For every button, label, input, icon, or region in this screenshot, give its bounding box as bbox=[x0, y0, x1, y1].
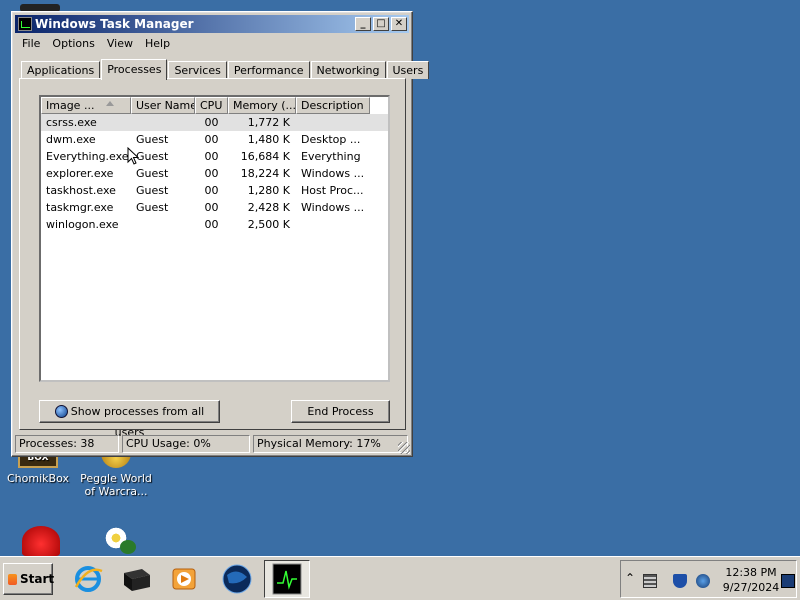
show-all-processes-button[interactable]: Show processes from all users bbox=[39, 400, 220, 439]
task-manager-window: Windows Task Manager _ □ ✕ File Options … bbox=[11, 11, 430, 457]
resize-grip[interactable] bbox=[398, 442, 410, 454]
tray-network-icon[interactable] bbox=[696, 574, 710, 588]
cell-cpu: 00 bbox=[204, 167, 219, 180]
tab-applications[interactable]: Applications bbox=[21, 61, 101, 79]
globe-icon bbox=[54, 405, 68, 418]
sort-ascending-icon bbox=[106, 101, 114, 106]
cell-description: Host Proc... bbox=[301, 184, 364, 197]
table-row[interactable]: taskhost.exe Guest 00 1,280 K Host Proc.… bbox=[41, 182, 388, 199]
cell-cpu: 00 bbox=[204, 150, 219, 163]
menu-bar: File Options View Help bbox=[16, 35, 176, 53]
cell-description: Desktop ... bbox=[301, 133, 361, 146]
tray-shield-icon[interactable] bbox=[673, 574, 687, 588]
cell-image: explorer.exe bbox=[46, 167, 114, 180]
cell-memory: 2,500 K bbox=[247, 218, 290, 231]
system-tray: ⌃ 12:38 PM 9/27/2024 bbox=[620, 560, 797, 598]
status-bar: Processes: 38 CPU Usage: 0% Physical Mem… bbox=[15, 435, 411, 453]
drive-icon[interactable] bbox=[118, 561, 154, 597]
status-processes: Processes: 38 bbox=[15, 435, 119, 453]
show-hidden-icons-chevron-icon[interactable]: ⌃ bbox=[625, 571, 635, 585]
cell-cpu: 00 bbox=[204, 218, 219, 231]
mouse-cursor-icon bbox=[127, 147, 139, 165]
tab-networking[interactable]: Networking bbox=[310, 61, 386, 79]
column-user-name[interactable]: User Name bbox=[131, 97, 195, 114]
menu-file[interactable]: File bbox=[16, 35, 46, 53]
cell-user: Guest bbox=[136, 201, 169, 214]
show-desktop-icon[interactable] bbox=[781, 574, 795, 588]
cell-cpu: 00 bbox=[204, 116, 219, 129]
cell-description bbox=[296, 216, 370, 233]
table-row[interactable]: winlogon.exe 00 2,500 K bbox=[41, 216, 388, 233]
processes-panel: Image ... User Name CPU Memory (... Desc… bbox=[19, 78, 406, 439]
task-manager-icon[interactable] bbox=[264, 560, 310, 598]
process-list-header: Image ... User Name CPU Memory (... Desc… bbox=[41, 97, 388, 114]
cell-memory: 1,480 K bbox=[247, 133, 290, 146]
cell-user bbox=[131, 216, 195, 233]
cell-memory: 1,772 K bbox=[247, 116, 290, 129]
table-row[interactable]: dwm.exe Guest 00 1,480 K Desktop ... bbox=[41, 131, 388, 148]
table-row[interactable]: csrss.exe 00 1,772 K bbox=[41, 114, 388, 131]
status-cpu-usage: CPU Usage: 0% bbox=[122, 435, 250, 453]
desktop-icon-label: ChomikBox bbox=[7, 472, 69, 485]
column-memory[interactable]: Memory (... bbox=[228, 97, 296, 114]
column-cpu[interactable]: CPU bbox=[195, 97, 228, 114]
table-row[interactable]: Everything.exe Guest 00 16,684 K Everyth… bbox=[41, 148, 388, 165]
cell-image: dwm.exe bbox=[46, 133, 96, 146]
menu-options[interactable]: Options bbox=[46, 35, 100, 53]
tray-keyboard-icon[interactable] bbox=[643, 574, 657, 588]
clock-time: 12:38 PM bbox=[725, 566, 777, 579]
window-title: Windows Task Manager bbox=[35, 17, 194, 31]
globe-icon[interactable] bbox=[219, 561, 255, 597]
clock-date: 9/27/2024 bbox=[722, 581, 780, 594]
table-row[interactable]: taskmgr.exe Guest 00 2,428 K Windows ... bbox=[41, 199, 388, 216]
desktop-icon-label: Peggle World of Warcra... bbox=[80, 472, 152, 498]
tab-users[interactable]: Users bbox=[386, 61, 430, 79]
end-process-button[interactable]: End Process bbox=[291, 400, 390, 423]
cell-cpu: 00 bbox=[204, 184, 219, 197]
cell-user: Guest bbox=[136, 167, 169, 180]
cell-memory: 1,280 K bbox=[247, 184, 290, 197]
internet-explorer-icon[interactable] bbox=[70, 561, 106, 597]
cell-image: csrss.exe bbox=[46, 116, 97, 129]
maximize-button[interactable]: □ bbox=[373, 17, 389, 31]
column-image-name[interactable]: Image ... bbox=[41, 97, 131, 114]
cell-description: Windows ... bbox=[301, 201, 365, 214]
minimize-button[interactable]: _ bbox=[355, 17, 371, 31]
menu-help[interactable]: Help bbox=[139, 35, 176, 53]
cell-cpu: 00 bbox=[204, 201, 219, 214]
cell-description: Windows ... bbox=[301, 167, 365, 180]
column-description[interactable]: Description bbox=[296, 97, 370, 114]
cell-user: Guest bbox=[136, 150, 169, 163]
cell-memory: 16,684 K bbox=[240, 150, 290, 163]
media-player-icon[interactable] bbox=[166, 561, 202, 597]
cell-image: winlogon.exe bbox=[46, 218, 119, 231]
cell-memory: 18,224 K bbox=[240, 167, 290, 180]
tab-performance[interactable]: Performance bbox=[227, 61, 310, 79]
cell-description bbox=[296, 114, 370, 131]
cell-user bbox=[131, 114, 195, 131]
tab-services[interactable]: Services bbox=[168, 61, 227, 79]
cell-cpu: 00 bbox=[204, 133, 219, 146]
taskbar: Start ⌃ 12:38 PM 9/27/2024 bbox=[0, 556, 800, 600]
desktop-icon-flower[interactable] bbox=[96, 522, 140, 556]
cell-user: Guest bbox=[136, 133, 169, 146]
cell-memory: 2,428 K bbox=[247, 201, 290, 214]
cell-user: Guest bbox=[136, 184, 169, 197]
cell-description: Everything bbox=[301, 150, 361, 163]
table-row[interactable]: explorer.exe Guest 00 18,224 K Windows .… bbox=[41, 165, 388, 182]
start-button[interactable]: Start bbox=[3, 563, 54, 595]
close-button[interactable]: ✕ bbox=[391, 17, 407, 31]
title-bar[interactable]: Windows Task Manager _ □ ✕ bbox=[15, 15, 409, 33]
cell-image: taskmgr.exe bbox=[46, 201, 114, 214]
menu-view[interactable]: View bbox=[101, 35, 139, 53]
tab-strip: Applications Processes Services Performa… bbox=[21, 59, 430, 80]
task-manager-app-icon bbox=[18, 17, 32, 31]
status-physical-memory: Physical Memory: 17% bbox=[253, 435, 408, 453]
tab-processes[interactable]: Processes bbox=[101, 59, 168, 80]
cell-image: taskhost.exe bbox=[46, 184, 116, 197]
desktop-icon-red-creature[interactable] bbox=[22, 526, 60, 556]
process-list[interactable]: Image ... User Name CPU Memory (... Desc… bbox=[39, 95, 390, 382]
system-clock[interactable]: 12:38 PM 9/27/2024 bbox=[716, 565, 786, 595]
cell-image: Everything.exe bbox=[46, 150, 129, 163]
